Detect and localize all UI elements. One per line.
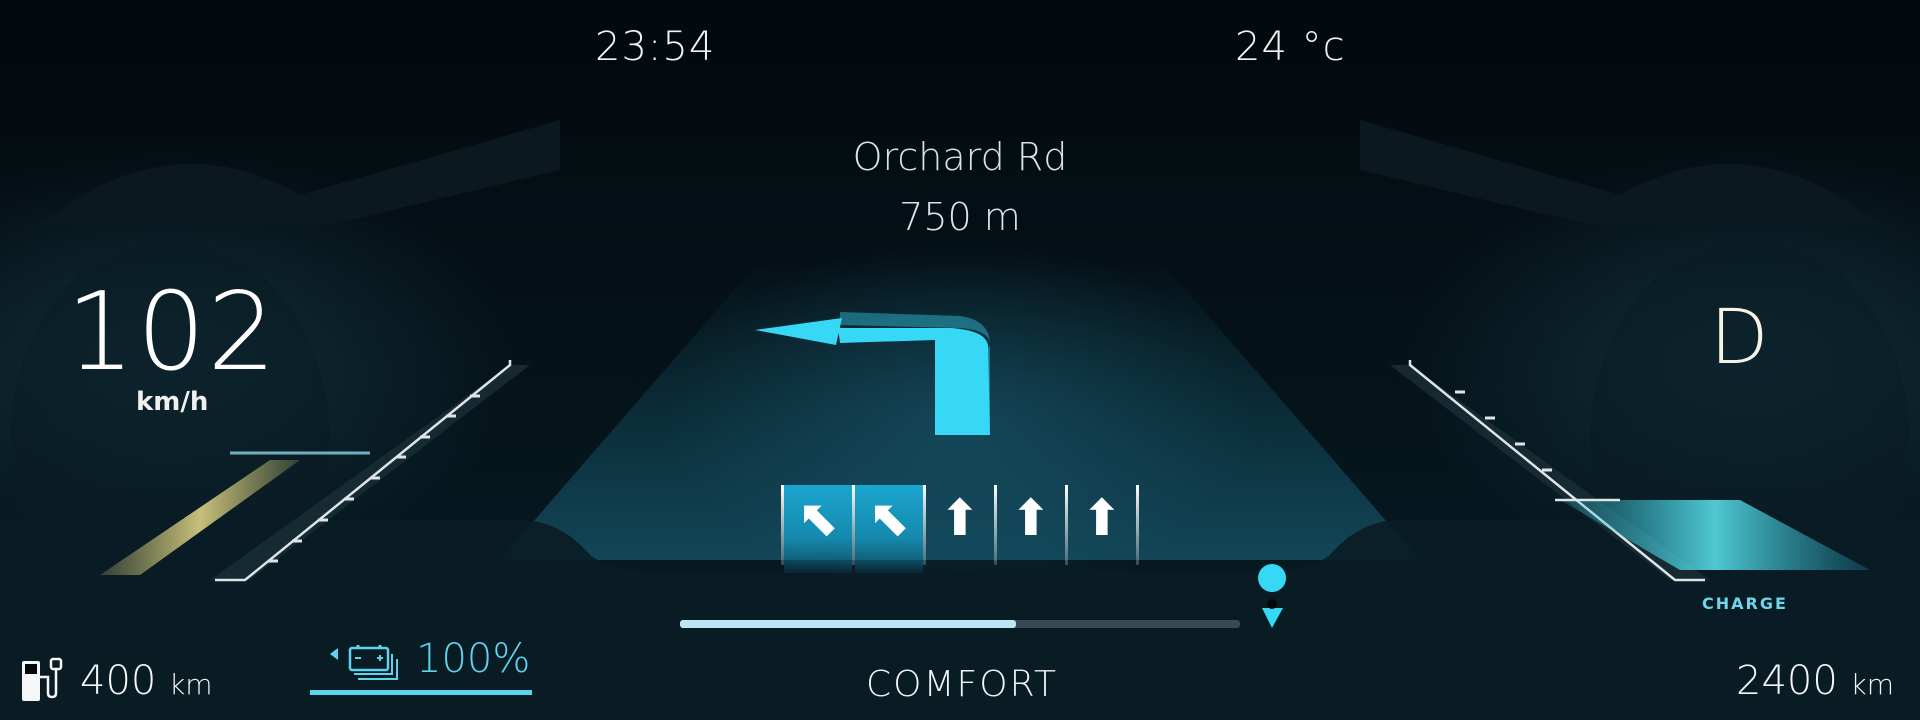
- clock: 23:54: [595, 24, 716, 70]
- temperature: 24 °c: [1235, 24, 1346, 70]
- odometer-value: 2400: [1736, 658, 1838, 704]
- turn-distance: 750 m: [899, 195, 1021, 239]
- street-name: Orchard Rd: [852, 135, 1068, 179]
- drive-mode[interactable]: COMFORT: [866, 664, 1058, 705]
- charge-label: CHARGE: [1702, 594, 1788, 613]
- slight-left-arrow-icon: ⬉: [784, 485, 852, 573]
- left-pod-cap: [40, 120, 560, 225]
- fuel-range: 400 km: [80, 658, 213, 704]
- straight-arrow-icon: ⬆: [939, 489, 981, 547]
- battery-underline: [310, 690, 532, 695]
- road-scene: [0, 120, 1920, 720]
- route-progress-fill: [680, 620, 1016, 628]
- battery-level: 100%: [416, 636, 531, 682]
- speed-unit: km/h: [136, 387, 209, 417]
- gear-indicator: D: [1710, 292, 1769, 381]
- fuel-range-unit: km: [169, 668, 213, 701]
- lane-divider: [1136, 485, 1139, 565]
- straight-arrow-icon: ⬆: [1010, 489, 1052, 547]
- odometer-unit: km: [1850, 668, 1895, 701]
- fuel-pump-icon: [20, 655, 64, 705]
- odometer: 2400 km: [1736, 658, 1894, 704]
- battery-icon: [328, 642, 402, 684]
- right-pod-cap: [1360, 120, 1880, 225]
- fuel-range-value: 400: [80, 658, 157, 704]
- slight-left-arrow-icon: ⬉: [855, 485, 923, 573]
- speed-value: 102: [66, 270, 279, 395]
- straight-arrow-icon: ⬆: [1081, 489, 1123, 547]
